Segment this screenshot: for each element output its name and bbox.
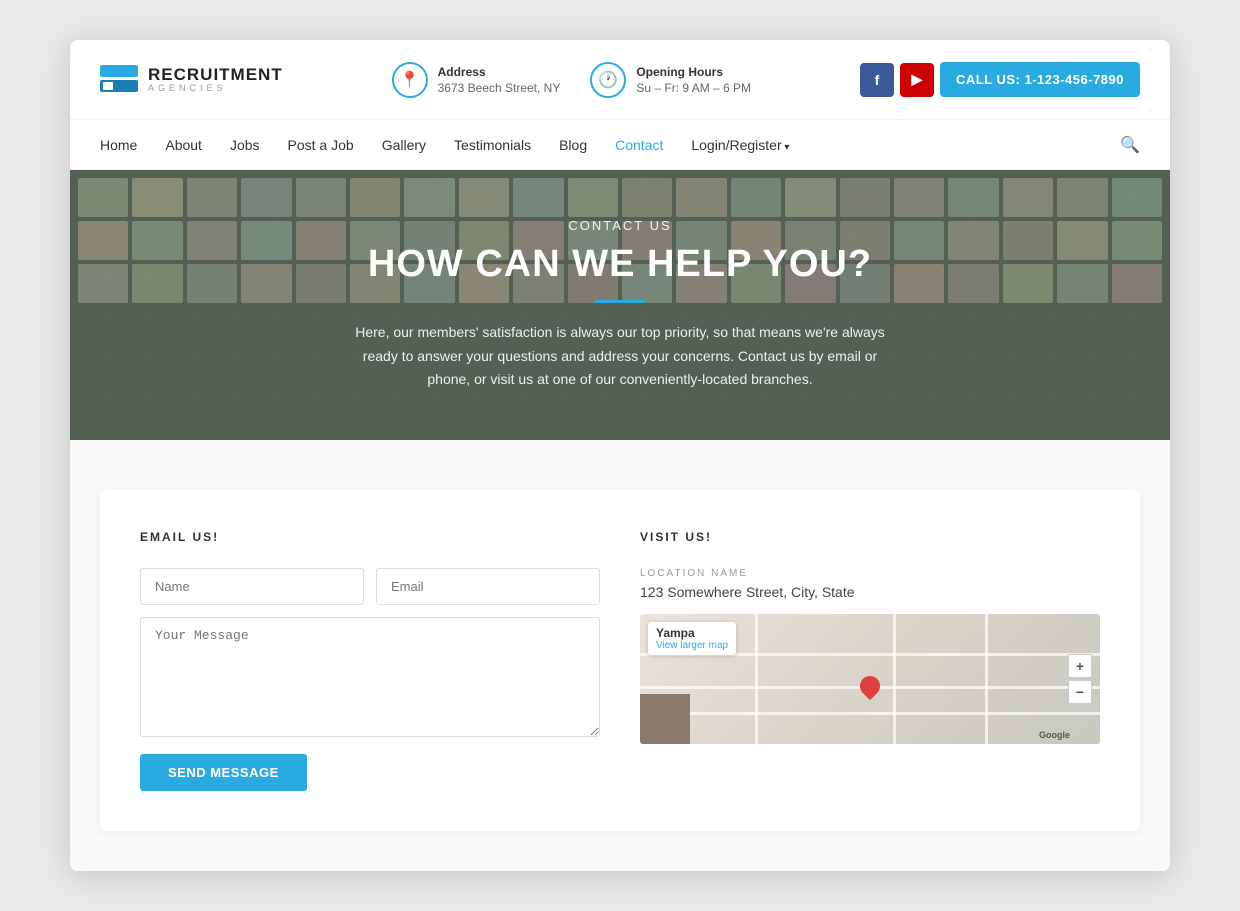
email-section-label: EMAIL US! bbox=[140, 530, 600, 544]
nav-login-register[interactable]: Login/Register bbox=[691, 137, 789, 153]
clock-icon: 🕐 bbox=[590, 62, 626, 98]
visit-section-label: VISIT US! bbox=[640, 530, 1100, 544]
content-section: EMAIL US! SEND MESSAGE VISIT US! LOCATIO… bbox=[70, 440, 1170, 871]
search-icon[interactable]: 🔍 bbox=[1120, 135, 1140, 155]
hero-section: CONTACT US HOW CAN WE HELP YOU? Here, ou… bbox=[70, 170, 1170, 440]
nav-post-a-job[interactable]: Post a Job bbox=[288, 137, 354, 153]
visit-section: VISIT US! LOCATION NAME 123 Somewhere St… bbox=[640, 530, 1100, 791]
map-pin bbox=[860, 676, 880, 704]
email-input[interactable] bbox=[376, 568, 600, 605]
location-address: 123 Somewhere Street, City, State bbox=[640, 584, 1100, 600]
browser-window: RECRUITMENT AGENCIES 📍 Address 3673 Beec… bbox=[70, 40, 1170, 871]
map-road-vertical-1 bbox=[755, 614, 758, 744]
email-section: EMAIL US! SEND MESSAGE bbox=[140, 530, 600, 791]
name-input[interactable] bbox=[140, 568, 364, 605]
nav-blog[interactable]: Blog bbox=[559, 137, 587, 153]
address-info: 📍 Address 3673 Beech Street, NY bbox=[392, 62, 561, 98]
map-road-vertical-3 bbox=[985, 614, 988, 744]
nav-jobs[interactable]: Jobs bbox=[230, 137, 260, 153]
map-background: Yampa View larger map + − Google bbox=[640, 614, 1100, 744]
navigation: Home About Jobs Post a Job Gallery Testi… bbox=[70, 120, 1170, 170]
zoom-in-button[interactable]: + bbox=[1068, 654, 1092, 678]
form-name-email-row bbox=[140, 568, 600, 605]
map-zoom-controls: + − bbox=[1068, 654, 1092, 704]
map-label-box: Yampa View larger map bbox=[648, 622, 736, 655]
logo-icon-top bbox=[100, 65, 138, 77]
address-label: Address bbox=[438, 65, 561, 79]
nav-contact[interactable]: Contact bbox=[615, 137, 663, 153]
logo-icon-bottom bbox=[100, 80, 138, 92]
hours-value: Su – Fr: 9 AM – 6 PM bbox=[636, 81, 751, 95]
hero-pre-title: CONTACT US bbox=[345, 218, 895, 233]
nav-about[interactable]: About bbox=[165, 137, 202, 153]
map-thumbnail bbox=[640, 694, 690, 744]
address-text: Address 3673 Beech Street, NY bbox=[438, 65, 561, 95]
hours-text: Opening Hours Su – Fr: 9 AM – 6 PM bbox=[636, 65, 751, 95]
hero-title: HOW CAN WE HELP YOU? bbox=[345, 243, 895, 286]
map-label-title: Yampa bbox=[656, 626, 728, 640]
hours-info: 🕐 Opening Hours Su – Fr: 9 AM – 6 PM bbox=[590, 62, 751, 98]
header-info: 📍 Address 3673 Beech Street, NY 🕐 Openin… bbox=[303, 62, 840, 98]
nav-testimonials[interactable]: Testimonials bbox=[454, 137, 531, 153]
map-container: Yampa View larger map + − Google bbox=[640, 614, 1100, 744]
logo: RECRUITMENT AGENCIES bbox=[100, 65, 283, 95]
address-value: 3673 Beech Street, NY bbox=[438, 81, 561, 95]
map-road-vertical-2 bbox=[893, 614, 896, 744]
header-actions: f ▶ CALL US: 1-123-456-7890 bbox=[860, 62, 1140, 97]
hero-divider bbox=[595, 300, 645, 303]
map-view-larger-link[interactable]: View larger map bbox=[656, 640, 728, 651]
zoom-out-button[interactable]: − bbox=[1068, 680, 1092, 704]
youtube-button[interactable]: ▶ bbox=[900, 63, 934, 97]
header: RECRUITMENT AGENCIES 📍 Address 3673 Beec… bbox=[70, 40, 1170, 120]
facebook-button[interactable]: f bbox=[860, 63, 894, 97]
message-textarea[interactable] bbox=[140, 617, 600, 737]
submit-button[interactable]: SEND MESSAGE bbox=[140, 754, 307, 791]
call-button[interactable]: CALL US: 1-123-456-7890 bbox=[940, 62, 1140, 97]
logo-sub: AGENCIES bbox=[148, 83, 283, 93]
nav-gallery[interactable]: Gallery bbox=[382, 137, 426, 153]
content-inner: EMAIL US! SEND MESSAGE VISIT US! LOCATIO… bbox=[100, 490, 1140, 831]
map-pin-head bbox=[856, 672, 884, 700]
logo-icon bbox=[100, 65, 138, 95]
logo-text: RECRUITMENT AGENCIES bbox=[148, 66, 283, 93]
hours-label: Opening Hours bbox=[636, 65, 751, 79]
location-icon: 📍 bbox=[392, 62, 428, 98]
nav-home[interactable]: Home bbox=[100, 137, 137, 153]
logo-main: RECRUITMENT bbox=[148, 66, 283, 83]
location-name-label: LOCATION NAME bbox=[640, 568, 1100, 579]
hero-content: CONTACT US HOW CAN WE HELP YOU? Here, ou… bbox=[325, 218, 915, 392]
google-label: Google bbox=[1039, 730, 1070, 740]
map-road-horizontal-3 bbox=[640, 712, 1100, 715]
hero-description: Here, our members' satisfaction is alway… bbox=[345, 321, 895, 392]
